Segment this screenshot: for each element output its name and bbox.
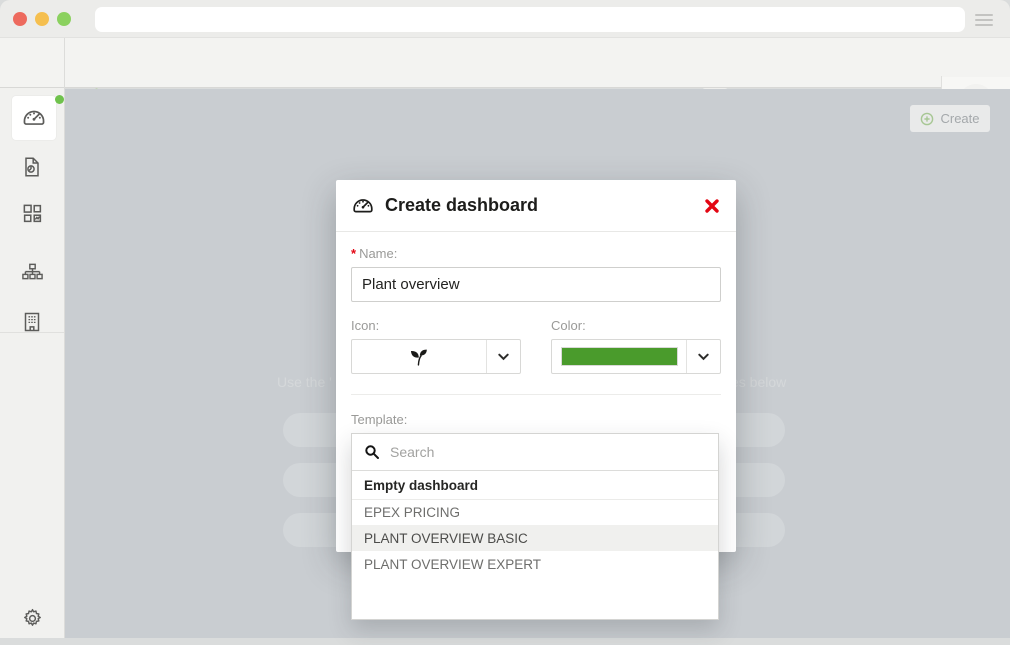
browser-window: EcoSphere Managed by: Embion B.V. (0, 0, 1010, 645)
search-icon (364, 444, 380, 460)
template-option-empty-dashboard[interactable]: Empty dashboard (352, 471, 718, 500)
gauge-icon (21, 105, 47, 131)
sidebar-item-dashboards[interactable] (12, 96, 56, 140)
active-status-dot (55, 95, 64, 104)
template-option-plant-overview-expert[interactable]: PLANT OVERVIEW EXPERT (352, 551, 718, 578)
gear-icon (21, 607, 44, 630)
browser-address-bar[interactable] (95, 7, 965, 32)
template-dropdown: Empty dashboard EPEX PRICING PLANT OVERV… (351, 433, 719, 620)
name-label: *Name: (351, 246, 721, 261)
hint-text-right: es below (731, 374, 786, 390)
search-input[interactable] (390, 444, 706, 460)
sitemap-icon (21, 261, 44, 284)
color-swatch-green (561, 347, 678, 366)
sidebar-item-plants[interactable] (0, 250, 64, 294)
template-option-plant-overview-basic[interactable]: PLANT OVERVIEW BASIC (352, 525, 718, 551)
color-select[interactable] (551, 339, 721, 374)
chevron-down-icon (486, 340, 520, 373)
icon-label: Icon: (351, 318, 521, 333)
window-close-button[interactable] (13, 12, 27, 26)
widgets-icon (21, 202, 44, 225)
template-option-epex-pricing[interactable]: EPEX PRICING (352, 500, 718, 525)
window-bottom-edge (0, 638, 1010, 645)
close-x-icon[interactable] (703, 197, 721, 215)
chevron-down-icon (686, 340, 720, 373)
window-fullscreen-button[interactable] (57, 12, 71, 26)
hint-text-left: Use the ' (277, 374, 332, 390)
sidebar-item-settings[interactable] (0, 596, 64, 640)
report-icon (20, 155, 44, 179)
section-divider (351, 394, 721, 395)
icon-select[interactable] (351, 339, 521, 374)
sidebar (0, 88, 64, 638)
building-icon (20, 310, 44, 334)
browser-menu-icon[interactable] (975, 14, 993, 29)
create-button[interactable]: Create (910, 105, 990, 132)
plus-circle-icon (920, 112, 934, 126)
sidebar-item-company[interactable] (0, 300, 64, 344)
modal-title: Create dashboard (385, 195, 538, 216)
sidebar-item-reports[interactable] (0, 145, 64, 189)
modal-header: Create dashboard (336, 180, 736, 232)
sidebar-item-widgets[interactable] (0, 191, 64, 235)
template-search-row (352, 434, 718, 471)
app-header: EcoSphere Managed by: Embion B.V. (0, 38, 1010, 88)
browser-titlebar (0, 0, 1010, 38)
name-input[interactable] (351, 267, 721, 302)
seedling-icon (352, 340, 486, 373)
color-label: Color: (551, 318, 721, 333)
window-minimize-button[interactable] (35, 12, 49, 26)
gauge-icon (351, 194, 375, 218)
template-label: Template: (351, 412, 721, 427)
required-marker: * (351, 246, 356, 261)
